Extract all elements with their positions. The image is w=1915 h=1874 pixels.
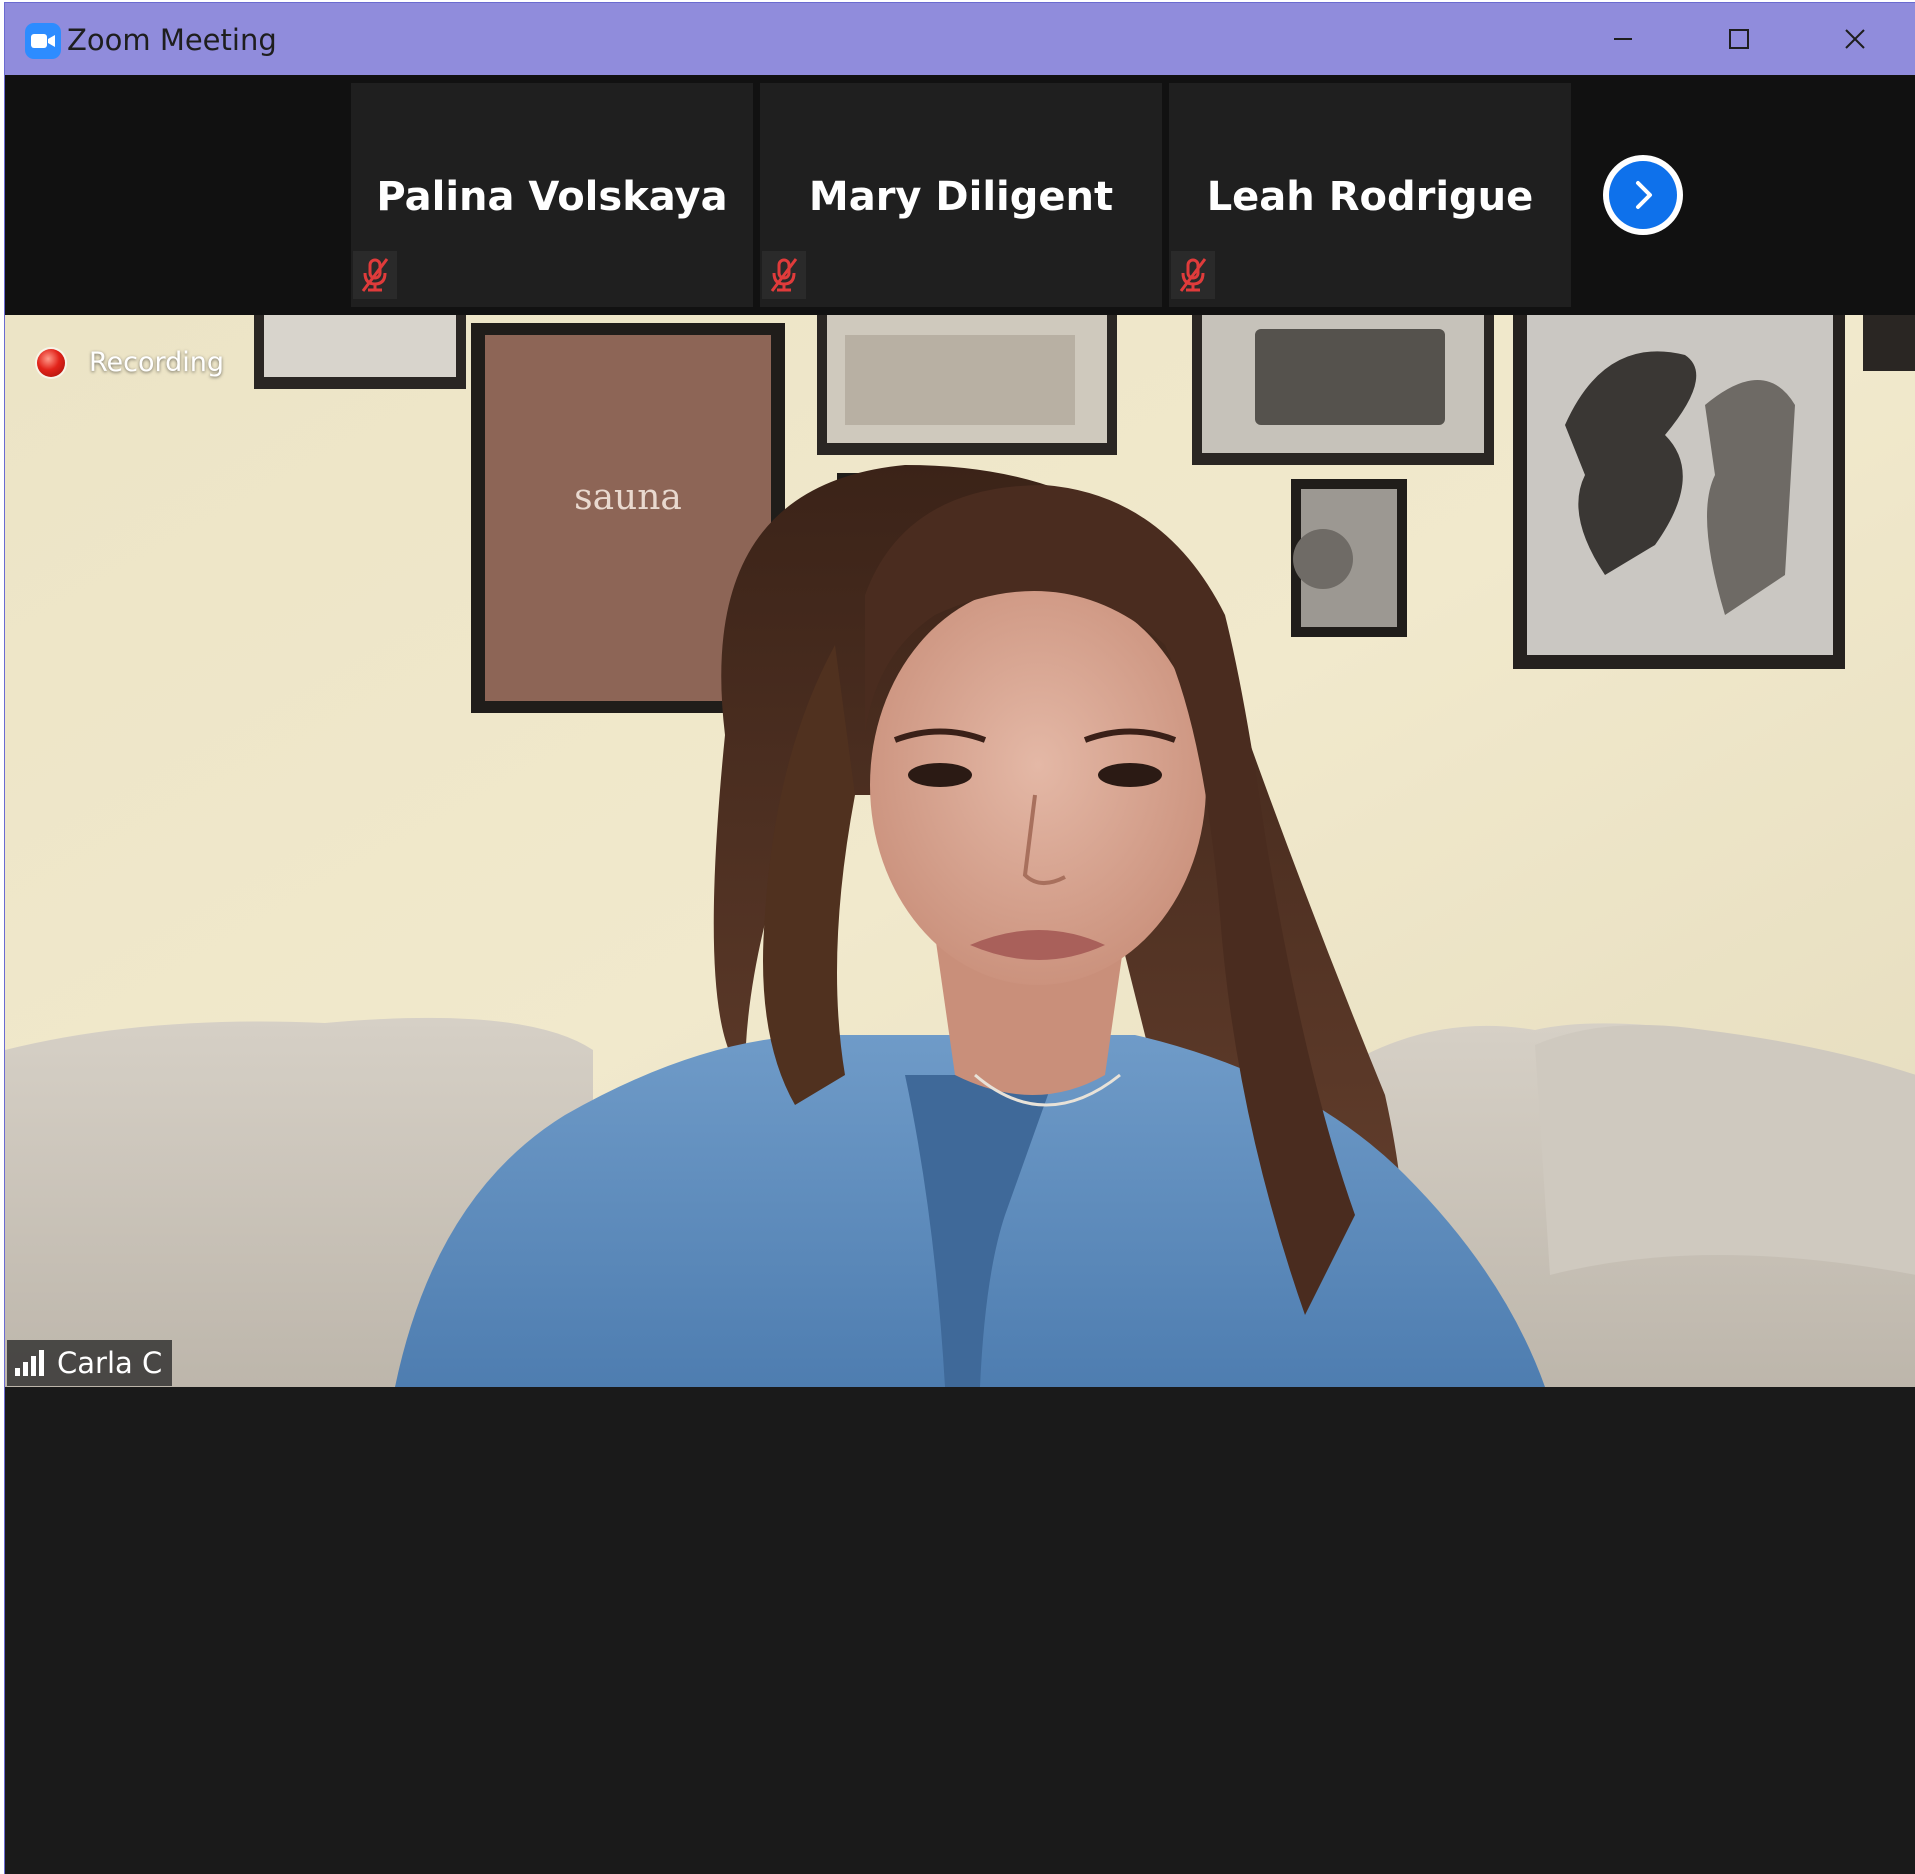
participant-strip: Palina Volskaya Mary Diligent Leah Rodri… [5,75,1915,315]
empty-video-area [5,1387,1915,1874]
mic-muted-icon [353,251,397,299]
speaker-name: Carla C [57,1346,163,1380]
participant-name: Palina Volskaya [376,174,728,220]
recording-indicator[interactable]: Recording [37,347,224,378]
recording-dot-icon [37,348,65,377]
maximize-button[interactable] [1684,3,1794,75]
participant-tile[interactable]: Leah Rodrigue [1169,83,1571,307]
recording-label: Recording [89,347,225,378]
close-icon [1845,29,1865,49]
chevron-right-icon [1636,181,1652,209]
close-button[interactable] [1800,3,1910,75]
participant-name: Leah Rodrigue [1206,174,1534,220]
signal-bars-icon [15,1350,44,1376]
title-bar[interactable]: Zoom Meeting [5,3,1915,75]
mic-muted-icon [762,251,806,299]
poster-text: sauna [574,477,682,518]
maximize-icon [1729,29,1749,49]
participant-name: Mary Diligent [808,174,1114,220]
active-speaker-video: sauna Recording Carla C [5,315,1915,1387]
next-page-button[interactable] [1603,155,1683,235]
speaker-name-tag: Carla C [7,1340,173,1386]
participant-tile[interactable]: Palina Volskaya [351,83,753,307]
zoom-meeting-window: Zoom Meeting Palina Volskaya Mary Dilige… [4,2,1915,1874]
window-title: Zoom Meeting [67,23,277,57]
zoom-camera-icon [25,23,61,59]
minimize-button[interactable] [1568,3,1678,75]
minimize-icon [1614,38,1632,40]
participant-tile[interactable]: Mary Diligent [760,83,1162,307]
mic-muted-icon [1171,251,1215,299]
speaker-video-frame: sauna [5,315,1915,1387]
